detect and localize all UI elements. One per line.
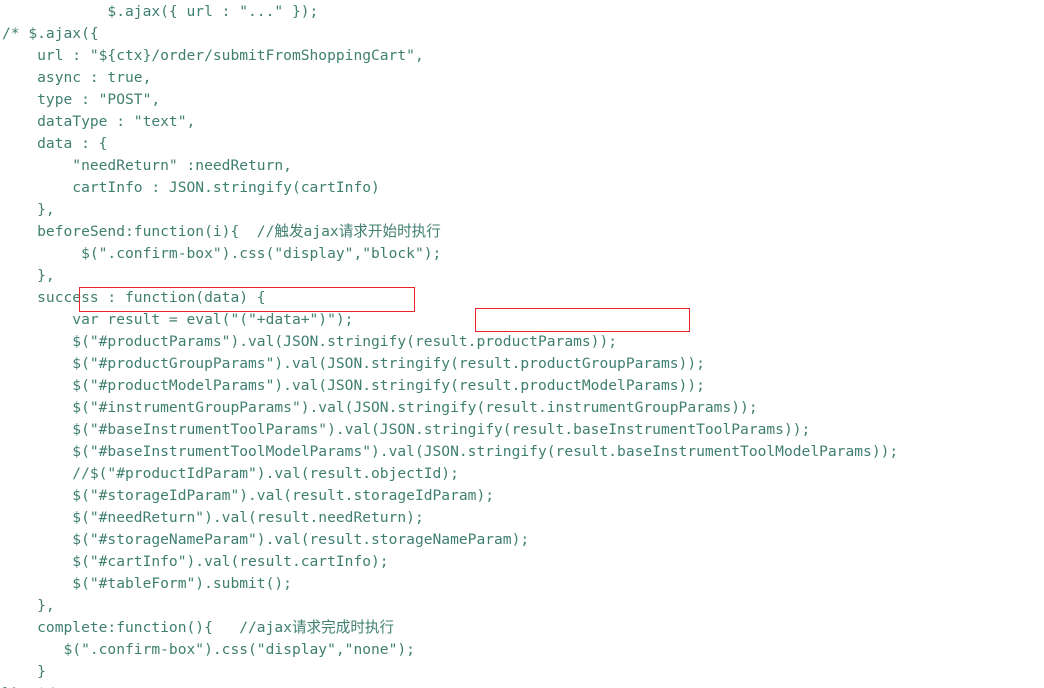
code-line: $("#needReturn").val(result.needReturn);: [2, 508, 424, 526]
code-line: }); */: [0, 683, 1044, 688]
code-line: complete:function(){ //ajax请求完成时执行: [2, 618, 395, 636]
code-line: type : "POST",: [2, 90, 161, 108]
code-line: /* $.ajax({: [2, 24, 99, 42]
code-line: url : "${ctx}/order/submitFromShoppingCa…: [2, 46, 424, 64]
code-line: $("#productParams").val(JSON.stringify(r…: [2, 332, 618, 350]
code-line: $("#baseInstrumentToolParams").val(JSON.…: [2, 420, 811, 438]
code-block: $.ajax({ url : "..." }); /* $.ajax({ url …: [0, 1, 1044, 688]
code-line: $("#productModelParams").val(JSON.string…: [2, 376, 705, 394]
code-line: $("#baseInstrumentToolModelParams").val(…: [2, 442, 899, 460]
code-line: $("#tableForm").submit();: [2, 574, 292, 592]
code-line: $("#productGroupParams").val(JSON.string…: [2, 354, 705, 372]
code-line: },: [2, 596, 55, 614]
code-line: var result = eval("("+data+")");: [2, 310, 354, 328]
code-line: cartInfo : JSON.stringify(cartInfo): [2, 178, 380, 196]
code-line-partial: $.ajax({ url : "..." });: [2, 2, 319, 20]
code-line: async : true,: [2, 68, 152, 86]
code-line: success : function(data) {: [2, 288, 266, 306]
code-line: beforeSend:function(i){ //触发ajax请求开始时执行: [2, 222, 441, 240]
code-line: $("#cartInfo").val(result.cartInfo);: [2, 552, 389, 570]
code-line: }: [2, 662, 46, 680]
code-line: },: [2, 266, 55, 284]
code-line: $("#storageIdParam").val(result.storageI…: [2, 486, 495, 504]
code-line: $("#instrumentGroupParams").val(JSON.str…: [2, 398, 758, 416]
code-line: $(".confirm-box").css("display","none");: [2, 640, 415, 658]
code-line: data : {: [2, 134, 108, 152]
code-line: $("#storageNameParam").val(result.storag…: [2, 530, 530, 548]
code-line: },: [2, 200, 55, 218]
code-editor-viewport: $.ajax({ url : "..." }); /* $.ajax({ url …: [0, 0, 1044, 688]
code-line: //$("#productIdParam").val(result.object…: [2, 464, 459, 482]
code-line: dataType : "text",: [2, 112, 196, 130]
code-line: $(".confirm-box").css("display","block")…: [2, 244, 442, 262]
code-line: "needReturn" :needReturn,: [2, 156, 292, 174]
